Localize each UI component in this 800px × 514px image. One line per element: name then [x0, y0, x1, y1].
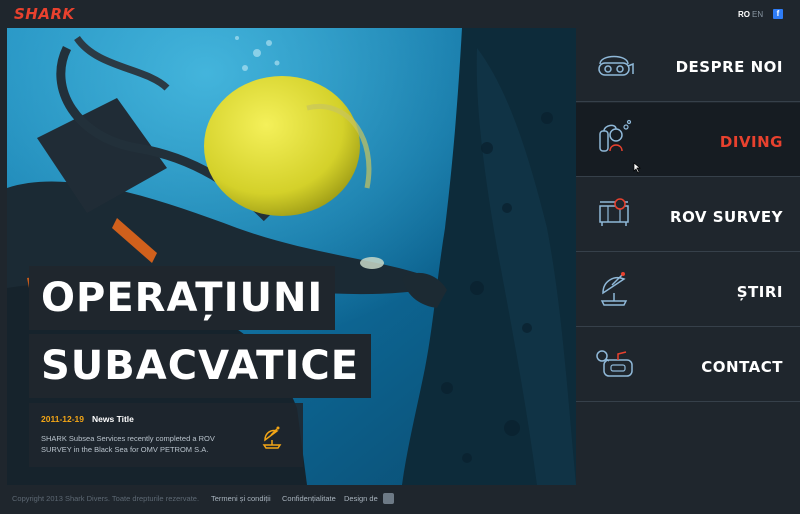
shark-logo[interactable]: SHARK [14, 5, 75, 23]
menu-label-diving: DIVING [719, 133, 783, 151]
menu-item-stiri[interactable]: ȘTIRI [576, 253, 800, 327]
menu-item-diving[interactable]: DIVING [576, 103, 800, 177]
terms-link[interactable]: Termeni și condiții [211, 494, 271, 503]
menu-label-despre-noi: DESPRE NOI [675, 58, 783, 76]
phone-icon [594, 344, 634, 388]
mouse-cursor-icon [633, 159, 642, 178]
news-title[interactable]: News Title [92, 414, 134, 424]
privacy-link[interactable]: Confidențialitate [282, 494, 336, 503]
footer: Copyright 2013 Shark Divers. Toate drept… [0, 485, 800, 514]
satellite-dish-icon [259, 425, 285, 455]
diving-mask-icon [594, 44, 634, 88]
facebook-icon[interactable]: f [773, 9, 783, 19]
menu-label-stiri: ȘTIRI [736, 283, 783, 301]
diver-icon [594, 119, 634, 163]
main-menu: DESPRE NOI DIVING ROV SURVEY ȘTIRI CONTA… [576, 28, 800, 485]
satellite-dish-icon [594, 269, 634, 313]
menu-label-contact: CONTACT [701, 358, 783, 376]
designer-logo-icon[interactable] [383, 493, 394, 504]
headline-line-1: OPERAȚIUNI [29, 266, 336, 330]
rov-icon [594, 194, 634, 238]
news-text: SHARK Subsea Services recently completed… [41, 434, 215, 454]
news-card[interactable]: 2011-12-19 News Title SHARK Subsea Servi… [29, 403, 303, 467]
menu-item-despre-noi[interactable]: DESPRE NOI [576, 28, 800, 102]
menu-item-rov-survey[interactable]: ROV SURVEY [576, 178, 800, 252]
menu-label-rov-survey: ROV SURVEY [670, 208, 783, 226]
headline-line-2: SUBACVATICE [29, 334, 372, 398]
top-bar: SHARK RO EN f [0, 0, 800, 28]
language-en[interactable]: EN [752, 10, 763, 19]
copyright-text: Copyright 2013 Shark Divers. Toate drept… [12, 494, 200, 503]
news-date: 2011-12-19 [41, 414, 85, 424]
menu-item-contact[interactable]: CONTACT [576, 328, 800, 402]
language-ro[interactable]: RO [738, 10, 750, 19]
design-credit: Design de [344, 494, 378, 503]
